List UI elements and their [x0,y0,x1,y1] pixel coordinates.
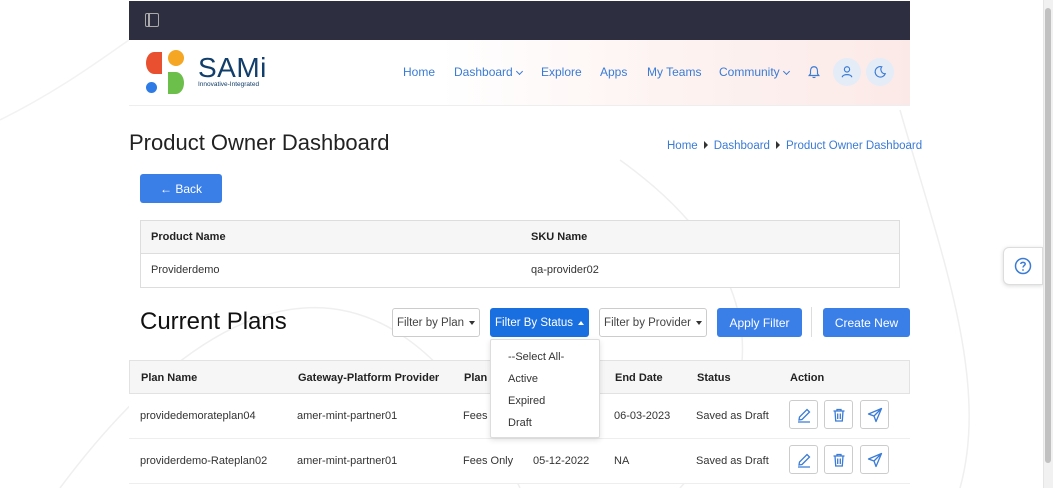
send-icon [867,407,882,422]
header-gateway-provider: Gateway-Platform Provider [298,372,440,384]
logo-text: SAMi [198,52,267,83]
breadcrumb: Home Dashboard Product Owner Dashboard [667,140,922,152]
scrollbar-thumb[interactable] [1045,8,1051,463]
filter-by-status-select[interactable]: Filter By Status [490,308,589,337]
header-plan-name: Plan Name [141,372,198,384]
status-option-expired[interactable]: Expired [508,395,545,407]
chevron-down-icon [515,67,523,76]
nav-dashboard[interactable]: Dashboard [454,65,523,79]
header-sku-name: SKU Name [531,231,588,243]
chevron-down-icon [782,67,790,76]
send-button[interactable] [860,400,889,429]
status-option-select-all[interactable]: --Select All- [508,351,564,363]
filter-by-plan-select[interactable]: Filter by Plan [392,308,480,337]
user-profile-button[interactable] [833,58,861,86]
caret-down-icon [695,320,702,325]
sku-name-value: qa-provider02 [531,264,599,276]
header-status: Status [697,372,731,384]
nav-home[interactable]: Home [403,65,435,79]
nav-explore[interactable]: Explore [541,65,582,79]
current-plans-title: Current Plans [140,308,287,335]
delete-button[interactable] [824,445,853,474]
product-table-header: Product Name SKU Name [141,221,899,254]
divider [811,307,812,337]
edit-button[interactable] [789,400,818,429]
plan-name: providedemorateplan04 [140,410,256,422]
header-product-name: Product Name [151,231,226,243]
plan-name: providerdemo-Rateplan02 [140,455,268,467]
plan-provider: amer-mint-partner01 [297,410,398,422]
product-name-value: Providerdemo [151,264,220,276]
caret-up-icon [577,320,584,325]
breadcrumb-current[interactable]: Product Owner Dashboard [786,140,922,152]
question-circle-icon [1014,257,1032,275]
caret-right-icon [703,141,708,149]
plan-start-date: 05-12-2022 [533,455,590,467]
header-end-date: End Date [615,372,663,384]
pencil-icon [797,408,810,423]
caret-down-icon [469,320,476,325]
create-new-button[interactable]: Create New [823,308,910,337]
pencil-icon [797,453,810,468]
status-option-active[interactable]: Active [508,373,538,385]
breadcrumb-home[interactable]: Home [667,140,698,152]
dark-mode-toggle[interactable] [866,58,894,86]
plan-type: Fees Only [463,455,514,467]
caret-right-icon [775,141,780,149]
plan-provider: amer-mint-partner01 [297,455,398,467]
table-row: Providerdemo qa-provider02 [141,254,899,287]
table-row: providerdemo-Rateplan02 amer-mint-partne… [129,439,910,484]
nav-community[interactable]: Community [719,65,790,79]
bell-icon[interactable] [807,65,821,79]
moon-icon [874,66,887,78]
logo-tagline: Innovative-Integrated [198,81,260,88]
sidebar-toggle-icon[interactable] [145,13,159,27]
top-bar [129,1,910,40]
filter-by-provider-select[interactable]: Filter by Provider [599,308,707,337]
trash-icon [833,408,844,422]
plan-end-date: 06-03-2023 [614,410,671,422]
send-icon [867,452,882,467]
status-dropdown-menu: --Select All- Active Expired Draft [490,339,600,438]
nav-my-teams[interactable]: My Teams [647,65,701,79]
plan-status: Saved as Draft [696,455,769,467]
sami-logo[interactable]: SAMi Innovative-Integrated [146,50,276,96]
edit-button[interactable] [789,445,818,474]
back-button[interactable]: ← Back [140,174,222,203]
page-title: Product Owner Dashboard [129,130,390,155]
nav-apps[interactable]: Apps [600,65,627,79]
user-icon [841,66,853,78]
breadcrumb-dashboard[interactable]: Dashboard [714,140,770,152]
delete-button[interactable] [824,400,853,429]
plan-end-date: NA [614,455,630,467]
status-option-draft[interactable]: Draft [508,417,532,429]
product-table: Product Name SKU Name Providerdemo qa-pr… [140,220,900,288]
trash-icon [833,453,844,467]
plan-status: Saved as Draft [696,410,769,422]
header-action: Action [790,372,825,384]
apply-filter-button[interactable]: Apply Filter [717,308,802,337]
send-button[interactable] [860,445,889,474]
help-button[interactable] [1003,247,1043,285]
